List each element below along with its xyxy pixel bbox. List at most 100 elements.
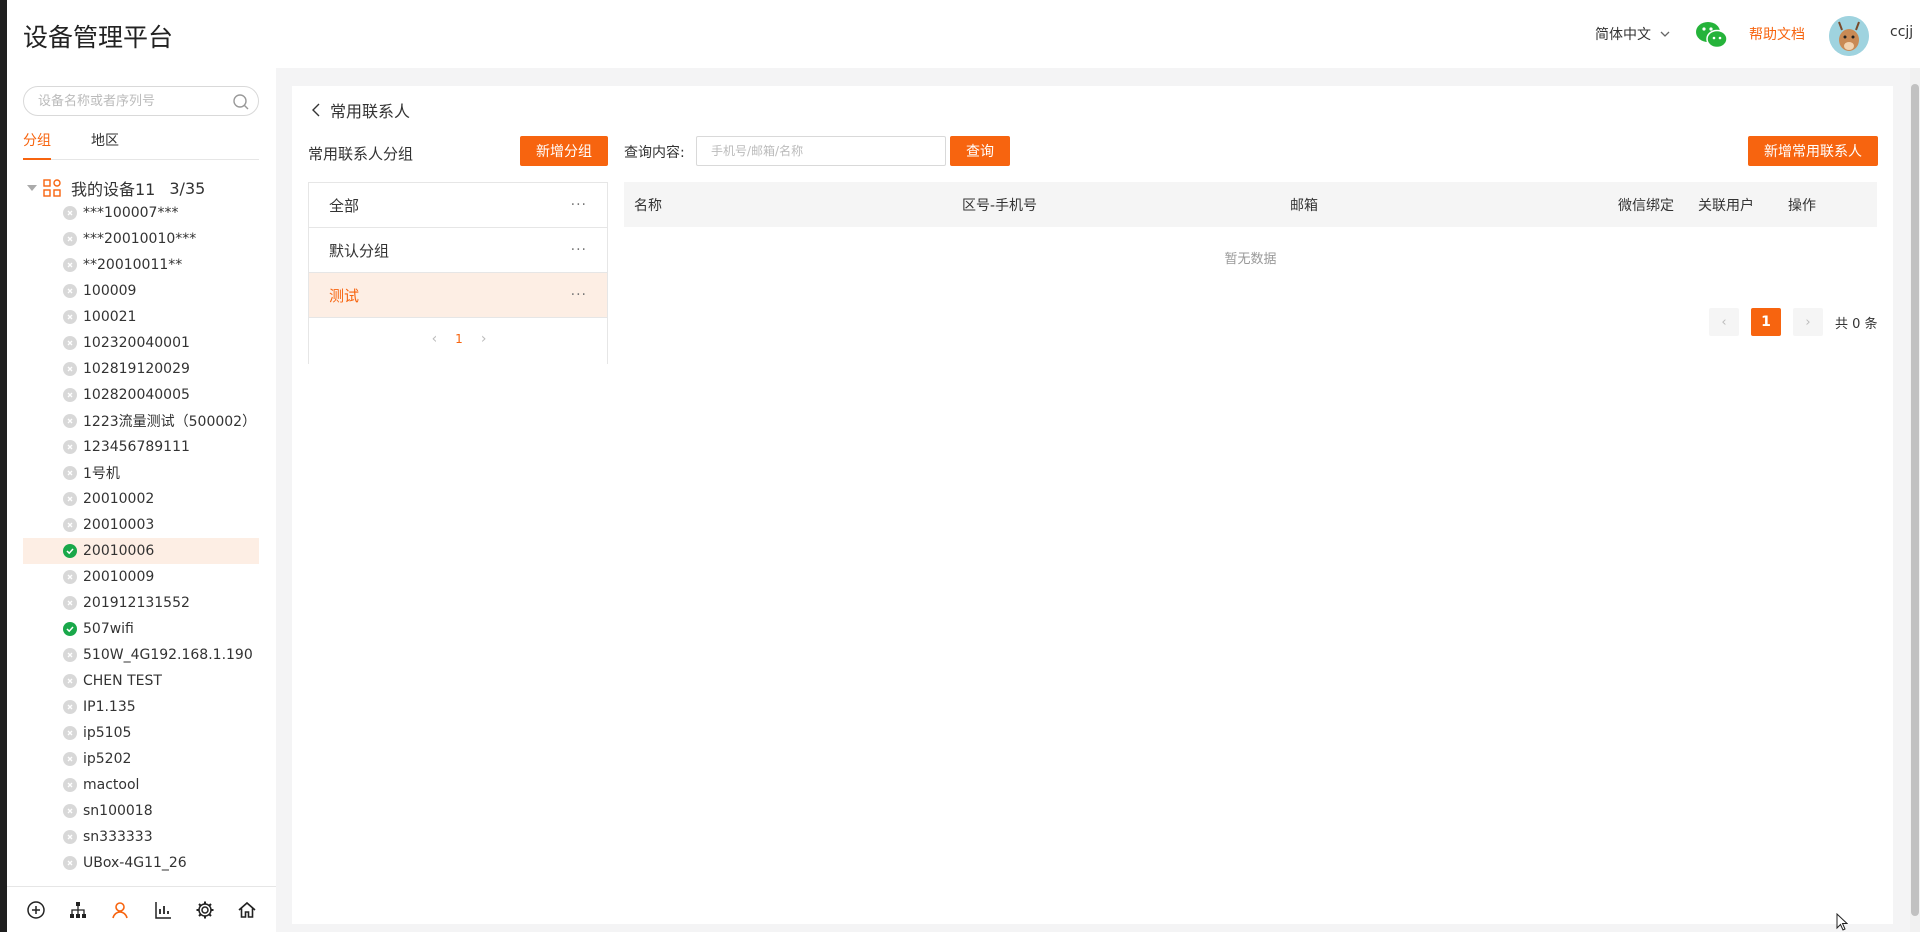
device-item[interactable]: 201912131552 <box>23 590 259 616</box>
device-item[interactable]: ***100007*** <box>23 200 259 226</box>
offline-x-icon <box>63 570 77 584</box>
user-icon[interactable] <box>109 899 131 921</box>
chevron-right-icon[interactable]: › <box>481 331 487 347</box>
more-options-icon[interactable]: ··· <box>571 287 587 303</box>
add-contact-button[interactable]: 新增常用联系人 <box>1748 136 1878 166</box>
current-page[interactable]: 1 <box>1751 308 1781 336</box>
col-wechat: 微信绑定 <box>1618 198 1674 214</box>
username[interactable]: ccjj <box>1890 24 1913 40</box>
device-name: 507wifi <box>83 621 134 637</box>
offline-x-icon <box>63 232 77 246</box>
device-sidebar: 分组 地区 我的设备11 3/35 ***100007*** ***2001001… <box>7 68 276 932</box>
device-item[interactable]: ip5105 <box>23 720 259 746</box>
top-header: 设备管理平台 简体中文 帮助文档 ccjj <box>7 0 1920 68</box>
col-phone: 区号-手机号 <box>962 198 1038 214</box>
empty-state: 暂无数据 <box>1224 251 1277 267</box>
breadcrumb[interactable]: 常用联系人 <box>310 98 410 122</box>
scrollbar-thumb[interactable] <box>1911 84 1919 916</box>
device-name: mactool <box>83 777 140 793</box>
device-item[interactable]: 20010002 <box>23 486 259 512</box>
bottom-toolbar <box>7 886 276 932</box>
device-item[interactable]: sn100018 <box>23 798 259 824</box>
next-page-button[interactable]: › <box>1793 308 1823 336</box>
offline-x-icon <box>63 518 77 532</box>
device-item[interactable]: sn333333 <box>23 824 259 850</box>
device-name: 201912131552 <box>83 595 190 611</box>
org-tree-icon[interactable] <box>67 899 89 921</box>
device-item[interactable]: 507wifi <box>23 616 259 642</box>
device-item[interactable]: ip5202 <box>23 746 259 772</box>
device-name: 1223流量测试（500002） <box>83 414 257 430</box>
more-options-icon[interactable]: ··· <box>571 197 587 213</box>
tab-region[interactable]: 地区 <box>91 130 119 150</box>
device-item[interactable]: mactool <box>23 772 259 798</box>
device-item[interactable]: ***20010010*** <box>23 226 259 252</box>
device-item[interactable]: 20010006 <box>23 538 259 564</box>
device-item[interactable]: 100009 <box>23 278 259 304</box>
device-name: 123456789111 <box>83 439 190 455</box>
online-check-icon <box>63 622 77 636</box>
device-search-input[interactable] <box>38 87 228 115</box>
device-item[interactable]: 100021 <box>23 304 259 330</box>
add-group-button[interactable]: 新增分组 <box>520 136 608 166</box>
wechat-icon[interactable] <box>1695 20 1729 50</box>
query-button[interactable]: 查询 <box>950 136 1010 166</box>
device-item[interactable]: **20010011** <box>23 252 259 278</box>
device-name: 100009 <box>83 283 137 299</box>
sidebar-tabs: 分组 地区 <box>23 130 259 160</box>
home-icon[interactable] <box>236 899 258 921</box>
device-name: UBox-4G11_26 <box>83 855 187 871</box>
offline-x-icon <box>63 856 77 870</box>
device-item[interactable]: 20010003 <box>23 512 259 538</box>
main-panel: 常用联系人 常用联系人分组 新增分组 查询内容: 查询 新增常用联系人 全部 ··… <box>292 86 1893 924</box>
device-item[interactable]: 1223流量测试（500002） <box>23 408 259 434</box>
device-item[interactable]: IP1.135 <box>23 694 259 720</box>
caret-down-icon[interactable] <box>27 185 37 191</box>
total-count: 共 0 条 <box>1835 316 1878 332</box>
device-item[interactable]: 102320040001 <box>23 330 259 356</box>
plus-circle-icon[interactable] <box>25 899 47 921</box>
offline-x-icon <box>63 752 77 766</box>
search-icon[interactable] <box>232 93 250 111</box>
device-item[interactable]: 102820040005 <box>23 382 259 408</box>
tab-group[interactable]: 分组 <box>23 130 51 150</box>
col-email: 邮箱 <box>1290 198 1318 214</box>
device-name: CHEN TEST <box>83 673 162 689</box>
col-linked-user: 关联用户 <box>1698 198 1754 214</box>
offline-x-icon <box>63 596 77 610</box>
page-title: 常用联系人 <box>330 102 411 121</box>
device-item[interactable]: 510W_4G192.168.1.190 <box>23 642 259 668</box>
group-item[interactable]: 测试 ··· <box>309 273 607 318</box>
chart-icon[interactable] <box>152 899 174 921</box>
group-item[interactable]: 默认分组 ··· <box>309 228 607 273</box>
device-name: 102320040001 <box>83 335 190 351</box>
col-actions: 操作 <box>1788 198 1816 214</box>
group-page-number[interactable]: 1 <box>455 332 463 346</box>
offline-x-icon <box>63 310 77 324</box>
avatar[interactable] <box>1829 16 1869 56</box>
device-item[interactable]: 1号机 <box>23 460 259 486</box>
device-name: ip5202 <box>83 751 132 767</box>
device-name: 510W_4G192.168.1.190 <box>83 647 253 663</box>
offline-x-icon <box>63 492 77 506</box>
device-item[interactable]: CHEN TEST <box>23 668 259 694</box>
more-options-icon[interactable]: ··· <box>571 242 587 258</box>
tree-root[interactable]: 我的设备11 3/35 <box>27 176 205 200</box>
device-list: ***100007*** ***20010010*** **20010011** 10… <box>23 200 259 876</box>
group-item[interactable]: 全部 ··· <box>309 183 607 228</box>
settings-icon[interactable] <box>194 899 216 921</box>
offline-x-icon <box>63 284 77 298</box>
table-header: 名称 区号-手机号 邮箱 微信绑定 关联用户 操作 <box>624 182 1877 227</box>
device-item[interactable]: 102819120029 <box>23 356 259 382</box>
help-docs-link[interactable]: 帮助文档 <box>1749 24 1805 44</box>
chevron-left-icon[interactable]: ‹ <box>432 331 438 347</box>
back-arrow-icon[interactable] <box>310 103 322 117</box>
prev-page-button[interactable]: ‹ <box>1709 308 1739 336</box>
group-list: 全部 ··· 默认分组 ··· 测试 ··· <box>309 183 607 318</box>
query-input[interactable] <box>696 136 946 166</box>
language-selector[interactable]: 简体中文 <box>1595 24 1671 44</box>
device-item[interactable]: UBox-4G11_26 <box>23 850 259 876</box>
offline-x-icon <box>63 700 77 714</box>
device-item[interactable]: 123456789111 <box>23 434 259 460</box>
device-item[interactable]: 20010009 <box>23 564 259 590</box>
